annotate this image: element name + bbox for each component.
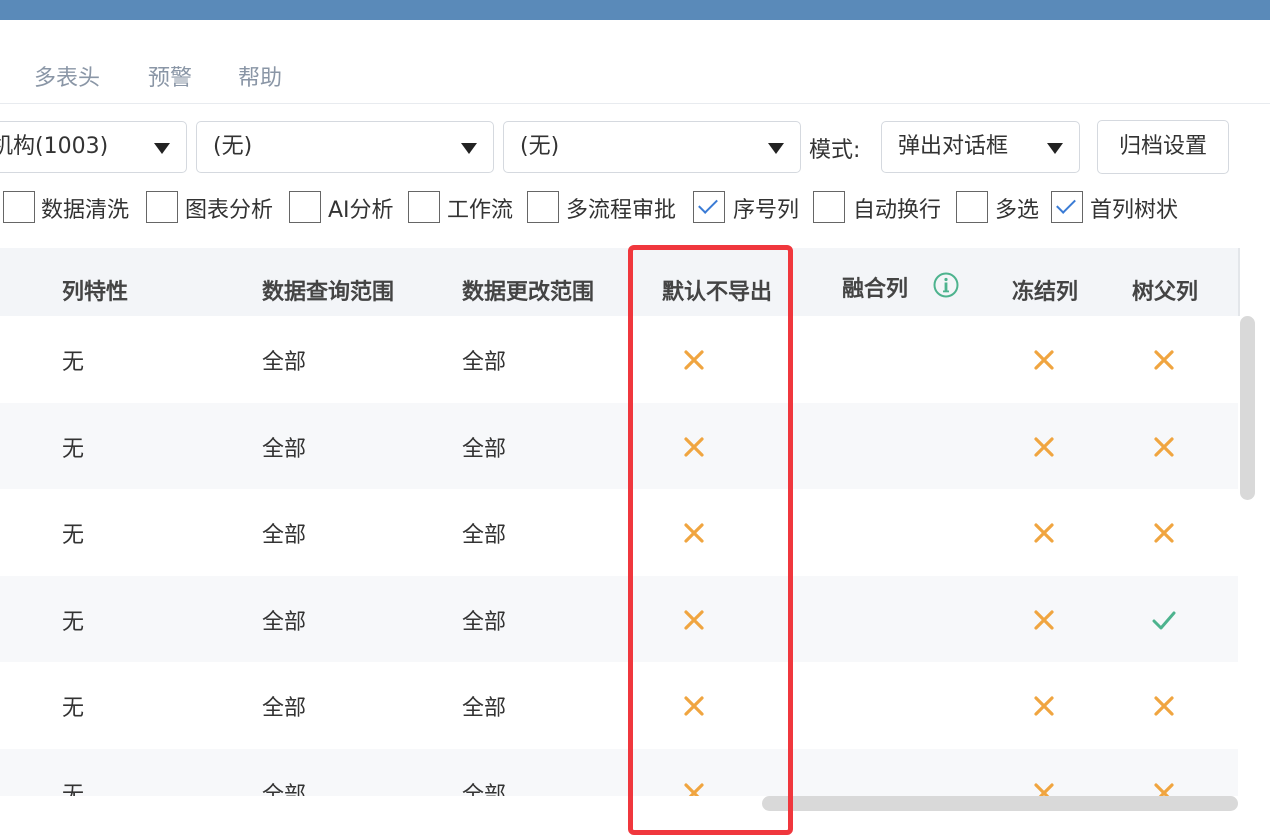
header-no-export[interactable]: 默认不导出 xyxy=(662,274,772,306)
cross-icon[interactable] xyxy=(682,694,706,718)
menu-multi-header[interactable]: 多表头 xyxy=(34,60,100,92)
checkbox-multi-select[interactable] xyxy=(956,191,988,223)
cross-icon[interactable] xyxy=(1032,781,1056,797)
cell-query-range: 全部 xyxy=(262,609,307,635)
top-bar xyxy=(0,0,1270,20)
header-frozen-column[interactable]: 冻结列 xyxy=(1012,274,1078,306)
cross-icon[interactable] xyxy=(682,608,706,632)
checkbox-chart-analysis[interactable] xyxy=(146,191,178,223)
cross-icon[interactable] xyxy=(1152,435,1176,459)
filter-select-2-value: (无) xyxy=(213,134,253,159)
cell-update-range: 全部 xyxy=(462,696,507,721)
checkbox-ai-analysis[interactable] xyxy=(289,191,321,223)
cross-icon[interactable] xyxy=(1152,521,1176,545)
cell-query-range: 全部 xyxy=(262,350,307,375)
cross-icon[interactable] xyxy=(1152,348,1176,372)
header-update-range[interactable]: 数据更改范围 xyxy=(462,274,594,306)
checkbox-label-workflow: 工作流 xyxy=(447,198,514,223)
cross-icon[interactable] xyxy=(1032,348,1056,372)
vertical-scrollbar[interactable] xyxy=(1240,316,1255,500)
checkbox-label-multi-select: 多选 xyxy=(995,198,1040,223)
table-row[interactable]: 无 全部 全部 xyxy=(0,575,1238,662)
cell-column-feature: 无 xyxy=(62,436,85,462)
mode-label: 模式: xyxy=(809,138,861,163)
org-select[interactable]: 机构(1003) xyxy=(0,121,187,173)
cell-column-feature: 无 xyxy=(62,782,85,797)
cell-update-range: 全部 xyxy=(462,350,507,375)
cross-icon[interactable] xyxy=(1152,781,1176,797)
table-row[interactable]: 无 全部 全部 xyxy=(0,316,1238,403)
checkbox-label-first-column-tree: 首列树状 xyxy=(1090,198,1179,223)
cell-column-feature: 无 xyxy=(62,350,85,375)
table-row[interactable]: 无 全部 全部 xyxy=(0,662,1238,749)
cross-icon[interactable] xyxy=(682,781,706,797)
cross-icon[interactable] xyxy=(682,348,706,372)
cell-update-range: 全部 xyxy=(462,609,507,635)
cross-icon[interactable] xyxy=(1152,694,1176,718)
cell-query-range: 全部 xyxy=(262,436,307,462)
checkbox-label-auto-wrap: 自动换行 xyxy=(853,198,942,223)
chevron-down-icon xyxy=(461,143,477,154)
cell-column-feature: 无 xyxy=(62,696,85,721)
table-row[interactable]: 无 全部 全部 xyxy=(0,489,1238,576)
checkbox-label-ai-analysis: AI分析 xyxy=(328,198,394,223)
table-row[interactable]: 无 全部 全部 xyxy=(0,402,1238,489)
cross-icon[interactable] xyxy=(1032,694,1056,718)
checkbox-label-chart-analysis: 图表分析 xyxy=(185,198,274,223)
mode-select-value: 弹出对话框 xyxy=(898,134,1009,159)
horizontal-scrollbar[interactable] xyxy=(762,796,1238,811)
cell-update-range: 全部 xyxy=(462,782,507,797)
chevron-down-icon xyxy=(154,143,170,154)
header-query-range[interactable]: 数据查询范围 xyxy=(262,274,394,306)
cell-query-range: 全部 xyxy=(262,782,307,797)
checkbox-serial-column[interactable] xyxy=(693,191,725,223)
cell-column-feature: 无 xyxy=(62,523,85,548)
header-tree-parent[interactable]: 树父列 xyxy=(1132,274,1198,306)
org-select-value: 机构(1003) xyxy=(0,134,109,159)
filter-select-2[interactable]: (无) xyxy=(196,121,494,173)
chevron-down-icon xyxy=(1047,143,1063,154)
checkbox-label-serial-column: 序号列 xyxy=(733,198,800,223)
checkbox-first-column-tree[interactable] xyxy=(1051,191,1083,223)
cell-update-range: 全部 xyxy=(462,523,507,548)
cross-icon[interactable] xyxy=(1032,608,1056,632)
checkbox-data-cleaning[interactable] xyxy=(3,191,35,223)
column-settings-table: 列特性 数据查询范围 数据更改范围 默认不导出 融合列 冻结列 树父列 无全部全… xyxy=(0,248,1238,796)
table-row[interactable]: 无 全部 全部 xyxy=(0,748,1238,797)
cross-icon[interactable] xyxy=(682,521,706,545)
chevron-down-icon xyxy=(768,143,784,154)
cell-update-range: 全部 xyxy=(462,436,507,462)
cell-query-range: 全部 xyxy=(262,523,307,548)
cross-icon[interactable] xyxy=(1032,521,1056,545)
checkbox-workflow[interactable] xyxy=(408,191,440,223)
menu-bar: 多表头 预警 帮助 xyxy=(0,20,1270,104)
cell-column-feature: 无 xyxy=(62,609,85,635)
filter-select-3[interactable]: (无) xyxy=(503,121,801,173)
info-icon[interactable] xyxy=(933,272,959,298)
header-column-feature[interactable]: 列特性 xyxy=(62,274,128,306)
header-divider xyxy=(1238,248,1240,316)
menu-help[interactable]: 帮助 xyxy=(238,60,282,92)
checkbox-label-data-cleaning: 数据清洗 xyxy=(41,198,130,223)
archive-settings-button[interactable]: 归档设置 xyxy=(1097,120,1229,174)
cross-icon[interactable] xyxy=(682,435,706,459)
menu-warning[interactable]: 预警 xyxy=(148,60,192,92)
checkbox-label-multi-approval: 多流程审批 xyxy=(566,198,677,223)
checkbox-multi-approval[interactable] xyxy=(527,191,559,223)
mode-select[interactable]: 弹出对话框 xyxy=(881,121,1080,173)
table-header: 列特性 数据查询范围 数据更改范围 默认不导出 融合列 冻结列 树父列 xyxy=(0,248,1238,316)
cell-query-range: 全部 xyxy=(262,696,307,721)
cross-icon[interactable] xyxy=(1032,435,1056,459)
filter-select-3-value: (无) xyxy=(520,134,560,159)
checkbox-auto-wrap[interactable] xyxy=(813,191,845,223)
header-merge-column[interactable]: 融合列 xyxy=(842,271,908,303)
check-icon[interactable] xyxy=(1152,608,1176,632)
